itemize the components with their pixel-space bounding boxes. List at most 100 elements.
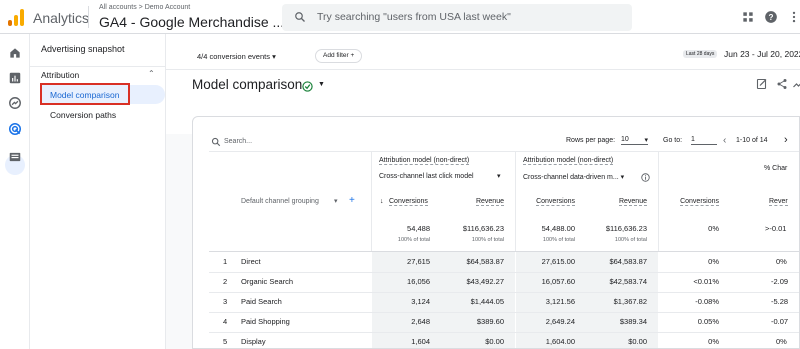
row-conversions-1: 2,648: [411, 317, 430, 326]
col-conversions-3[interactable]: Conversions: [680, 198, 719, 206]
row-index: 2: [223, 277, 228, 286]
main-content: 4/4 conversion events ▾ Add filter + Las…: [166, 34, 800, 349]
search-placeholder: Try searching "users from USA last week": [317, 11, 511, 23]
next-page-icon[interactable]: ›: [784, 134, 788, 146]
row-conversions-2: 16,057.60: [541, 277, 575, 286]
col-conversions-1[interactable]: Conversions: [389, 198, 428, 206]
reports-icon[interactable]: [8, 71, 22, 85]
property-selector[interactable]: GA4 - Google Merchandise ...▼: [99, 14, 296, 30]
apps-grid-icon[interactable]: [741, 10, 755, 24]
col-conversions-2[interactable]: Conversions: [536, 198, 575, 206]
row-change-revenue: 0%: [776, 337, 787, 346]
nav-item-conversion-paths[interactable]: Conversion paths: [50, 110, 116, 120]
row-channel: Paid Search: [241, 297, 282, 306]
help-icon[interactable]: ?: [764, 10, 778, 24]
row-change-revenue: -2.09: [771, 277, 789, 286]
row-change-revenue: -5.28: [771, 297, 789, 306]
home-icon[interactable]: [8, 46, 22, 60]
group1-label: Attribution model (non-direct): [379, 157, 470, 165]
col-revenue-3[interactable]: Rever: [769, 198, 788, 206]
row-index: 4: [223, 317, 228, 326]
rows-per-page-label: Rows per page:: [566, 137, 616, 144]
explore-icon[interactable]: [8, 96, 22, 110]
group3-label: % Char: [764, 165, 788, 172]
plus-icon: +: [350, 52, 355, 59]
dropdown-arrow-icon[interactable]: ▾: [334, 197, 338, 205]
conversion-events-dropdown[interactable]: 4/4 conversion events ▾: [197, 52, 276, 61]
dimension-header: Default channel grouping: [241, 198, 319, 205]
row-conversions-2: 2,649.24: [545, 317, 575, 326]
search-bar[interactable]: Try searching "users from USA last week": [282, 4, 632, 31]
row-revenue-2: $1,367.82: [613, 297, 647, 306]
sort-arrow-icon[interactable]: ↓: [380, 198, 384, 205]
row-revenue-2: $389.34: [619, 317, 647, 326]
group2-label: Attribution model (non-direct): [523, 157, 614, 165]
top-bar: Analytics All accounts > Demo Account GA…: [0, 0, 800, 34]
attribution-section-header[interactable]: Attribution: [41, 70, 79, 80]
row-revenue-2: $64,583.87: [609, 257, 647, 266]
info-icon[interactable]: [641, 173, 650, 182]
row-change-conversions: -0.08%: [695, 297, 719, 306]
add-filter-button[interactable]: Add filter +: [315, 49, 363, 63]
advertising-snapshot-link[interactable]: Advertising snapshot: [41, 44, 125, 54]
svg-text:?: ?: [769, 13, 774, 22]
chevron-up-icon[interactable]: ⌃: [148, 69, 155, 78]
more-vert-icon[interactable]: [787, 10, 800, 24]
total-change-conversions: 0%: [708, 224, 719, 233]
filter-bar: 4/4 conversion events ▾ Add filter + Las…: [166, 34, 800, 70]
data-table-card: Search... Rows per page: 10 ▾ Go to: 1 ‹ …: [192, 116, 800, 349]
row-change-conversions: 0%: [708, 257, 719, 266]
prev-page-icon[interactable]: ‹: [723, 135, 726, 146]
edit-report-icon[interactable]: [756, 78, 768, 90]
chevron-down-icon[interactable]: ▼: [318, 81, 325, 88]
table-search-input[interactable]: Search...: [224, 138, 252, 145]
search-icon: [295, 12, 305, 22]
row-change-conversions: 0%: [708, 337, 719, 346]
row-index: 1: [223, 257, 228, 266]
check-circle-icon[interactable]: [302, 81, 313, 92]
go-to-label: Go to:: [663, 137, 683, 144]
row-change-revenue: -0.07: [771, 317, 789, 326]
total-change-revenue: >-0.01: [765, 224, 787, 233]
group2-model-select[interactable]: Cross-channel data-driven m... ▾: [523, 173, 624, 181]
total-conversions-1: 54,488: [407, 224, 430, 233]
row-conversions-1: 1,604: [411, 337, 430, 346]
side-nav: [0, 34, 30, 349]
group1-model-select[interactable]: Cross-channel last click model: [379, 173, 474, 180]
total-conversions-2: 54,488.00: [541, 224, 575, 233]
divider: [88, 6, 89, 28]
insights-icon[interactable]: [792, 78, 800, 90]
row-conversions-2: 27,615.00: [541, 257, 575, 266]
left-panel: Advertising snapshot Attribution ⌃ Model…: [30, 34, 166, 349]
share-icon[interactable]: [776, 78, 788, 90]
conversion-events-label: 4/4 conversion events: [197, 52, 270, 61]
divider: [209, 312, 799, 313]
row-channel: Organic Search: [241, 277, 294, 286]
row-revenue-1: $389.60: [476, 317, 504, 326]
dropdown-arrow-icon[interactable]: ▾: [497, 172, 501, 180]
row-conversions-1: 27,615: [407, 257, 430, 266]
breadcrumb[interactable]: All accounts > Demo Account: [99, 4, 190, 11]
go-to-input[interactable]: 1: [691, 136, 717, 145]
row-revenue-1: $0.00: [485, 337, 504, 346]
date-badge: Last 28 days: [683, 50, 718, 58]
row-channel: Direct: [241, 257, 261, 266]
dropdown-arrow-icon: ▾: [644, 137, 648, 144]
total-sub-1: 100% of total: [397, 237, 430, 243]
dropdown-arrow-icon: ▾: [272, 52, 276, 61]
col-revenue-1[interactable]: Revenue: [475, 198, 504, 206]
divider: [209, 272, 799, 273]
analytics-logo-icon[interactable]: [8, 8, 24, 26]
total-sub-2: 100% of total: [471, 237, 504, 243]
col-revenue-2[interactable]: Revenue: [618, 198, 647, 206]
advertising-icon[interactable]: [8, 122, 22, 136]
rows-per-page-select[interactable]: 10 ▾: [621, 136, 648, 145]
date-range-picker[interactable]: Jun 23 - Jul 20, 2022 ▾: [724, 49, 800, 60]
property-name: GA4 - Google Merchandise ...: [99, 14, 285, 30]
configure-icon[interactable]: [8, 150, 22, 164]
row-revenue-2: $0.00: [628, 337, 647, 346]
app-name: Analytics: [33, 10, 90, 26]
add-dimension-plus-icon[interactable]: +: [349, 195, 355, 206]
page-title: Model comparison: [192, 77, 303, 92]
divider: [30, 66, 166, 67]
